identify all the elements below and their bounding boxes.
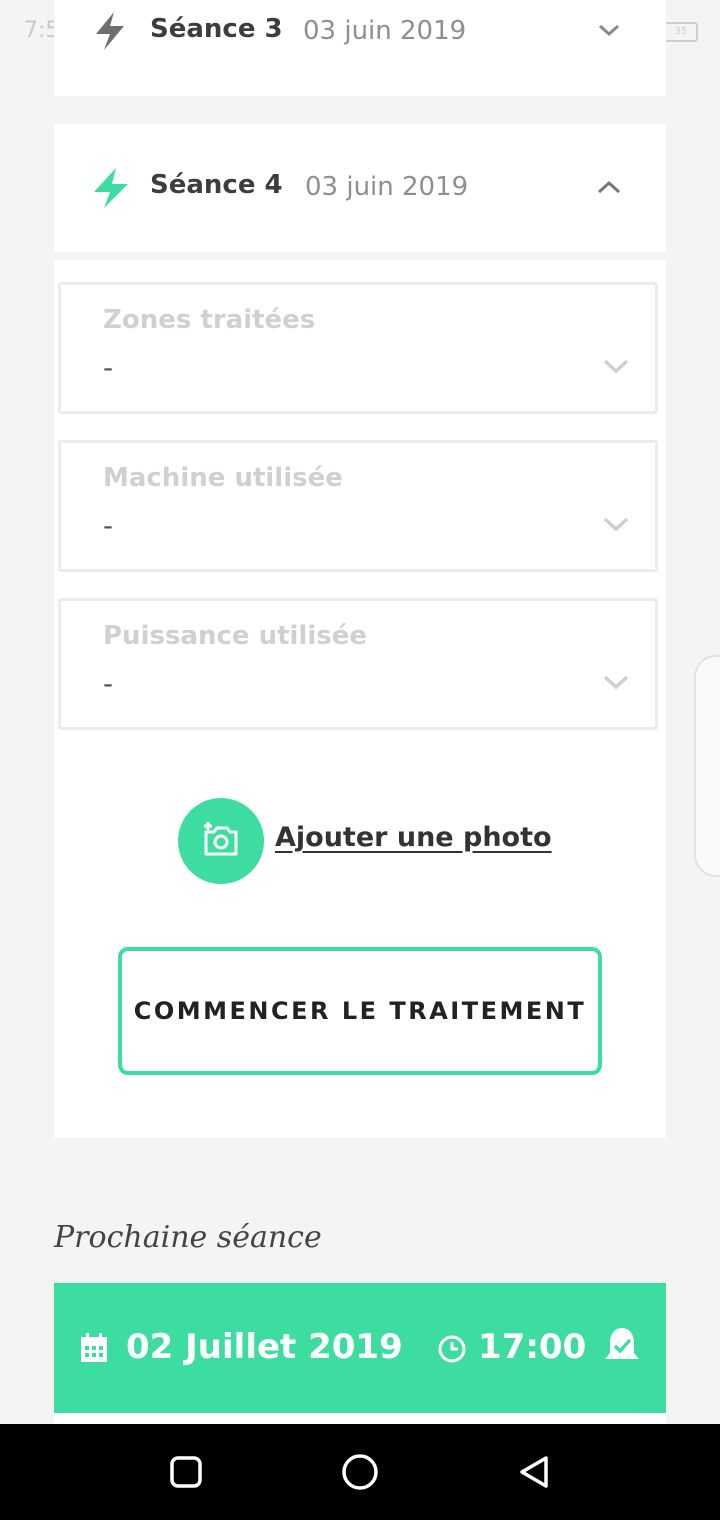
edge-panel-handle[interactable] [694, 655, 720, 877]
lightning-icon [96, 12, 124, 50]
back-icon[interactable] [516, 1454, 552, 1490]
calendar-icon [81, 1333, 107, 1362]
chevron-up-icon[interactable] [596, 178, 622, 196]
session-title: Séance 3 [150, 14, 283, 44]
chevron-down-icon [603, 517, 629, 532]
next-session-time: 17:00 [478, 1327, 587, 1367]
chevron-down-icon[interactable] [597, 22, 621, 38]
session-card-4[interactable]: Séance 4 03 juin 2019 [54, 124, 666, 252]
next-session-date: 02 Juillet 2019 [126, 1327, 403, 1367]
field-value: - [103, 351, 114, 384]
next-session-banner[interactable]: 02 Juillet 2019 17:00 [54, 1283, 666, 1413]
add-photo-button[interactable] [178, 798, 264, 884]
field-label: Puissance utilisée [103, 621, 367, 651]
recents-icon[interactable] [170, 1456, 202, 1488]
session-date: 03 juin 2019 [305, 172, 469, 202]
field-value: - [103, 509, 114, 542]
clock-icon [438, 1335, 466, 1363]
zones-select[interactable]: Zones traitées - [58, 282, 658, 414]
session-title: Séance 4 [150, 170, 283, 200]
field-label: Zones traitées [103, 305, 316, 335]
chevron-down-icon [603, 675, 629, 690]
power-select[interactable]: Puissance utilisée - [58, 598, 658, 730]
system-nav-bar [0, 1424, 720, 1520]
home-icon[interactable] [341, 1453, 379, 1491]
field-label: Machine utilisée [103, 463, 343, 493]
battery-indicator: 35 [664, 22, 698, 42]
session-card-3[interactable]: Séance 3 03 juin 2019 [54, 0, 666, 96]
add-photo-icon [204, 822, 238, 856]
lightning-icon [94, 168, 128, 208]
bell-check-icon[interactable] [602, 1325, 642, 1369]
session-date: 03 juin 2019 [303, 16, 467, 46]
field-value: - [103, 667, 114, 700]
next-session-details [54, 1413, 666, 1424]
next-session-heading: Prochaine séance [54, 1220, 322, 1255]
chevron-down-icon [603, 359, 629, 374]
machine-select[interactable]: Machine utilisée - [58, 440, 658, 572]
start-treatment-button[interactable]: COMMENCER LE TRAITEMENT [118, 947, 602, 1075]
add-photo-link[interactable]: Ajouter une photo [275, 822, 552, 853]
